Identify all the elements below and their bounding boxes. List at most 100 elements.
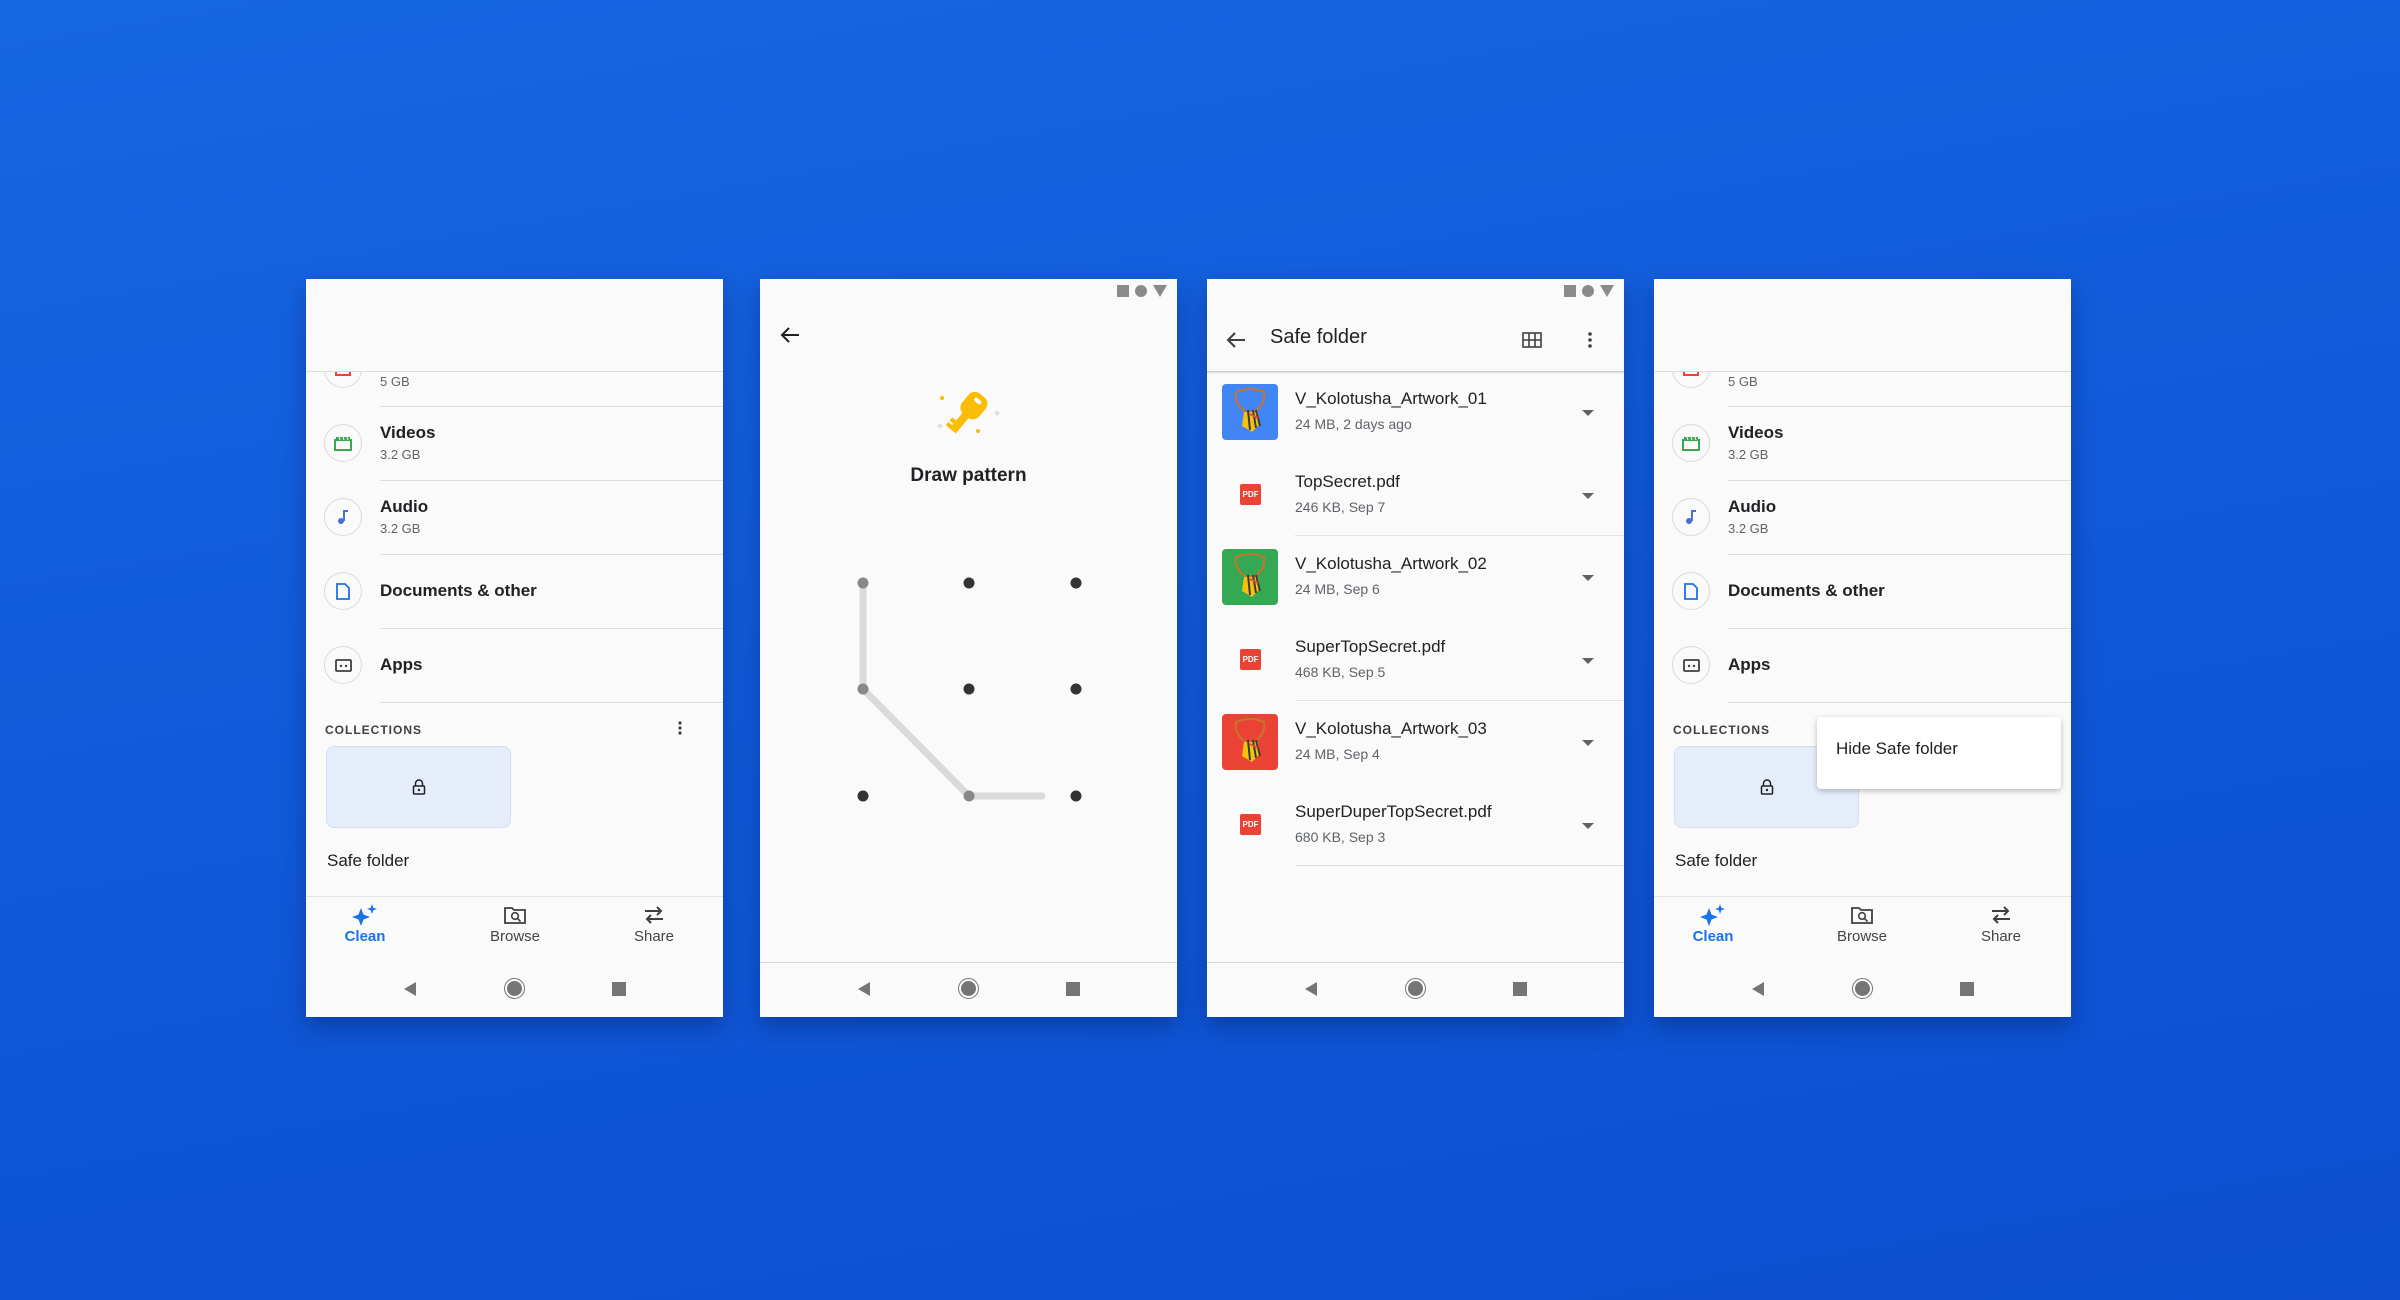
back-triangle-icon[interactable]	[1752, 982, 1764, 996]
expand-caret-icon[interactable]	[1582, 657, 1594, 664]
divider	[1728, 406, 2071, 407]
nav-browse[interactable]: Browse	[1812, 904, 1912, 945]
home-circle-icon[interactable]	[504, 978, 525, 999]
nav-clean[interactable]: Clean	[1663, 904, 1763, 945]
pattern-dot-9[interactable]	[1070, 790, 1082, 802]
phone-screen-home: Files 5 GB Videos 3.2 GB Audio 3.2 GB D	[306, 279, 723, 1017]
recents-square-icon[interactable]	[1066, 982, 1080, 996]
grid-view-button[interactable]	[1517, 325, 1547, 355]
recents-square-icon[interactable]	[1513, 982, 1527, 996]
expand-caret-icon[interactable]	[1582, 492, 1594, 499]
file-meta: 24 MB, 2 days ago	[1295, 416, 1412, 432]
pdf-icon: PDF	[1240, 813, 1261, 835]
collections-popup-menu: Hide Safe folder	[1817, 717, 2061, 789]
pattern-dot-8[interactable]	[963, 790, 975, 802]
pattern-dot-1[interactable]	[857, 577, 869, 589]
collections-more-button[interactable]	[670, 714, 690, 742]
back-triangle-icon[interactable]	[858, 982, 870, 996]
pattern-grid[interactable]	[760, 279, 1177, 959]
file-meta: 24 MB, Sep 6	[1295, 581, 1380, 597]
file-row[interactable]: V_Kolotusha_Artwork_03 24 MB, Sep 4	[1207, 701, 1624, 783]
expand-caret-icon[interactable]	[1582, 410, 1594, 416]
home-circle-icon[interactable]	[958, 978, 979, 999]
file-row[interactable]: V_Kolotusha_Artwork_01 24 MB, 2 days ago	[1207, 371, 1624, 453]
category-title: Apps	[380, 655, 423, 674]
system-nav-bar	[760, 969, 1177, 1009]
divider	[380, 554, 723, 555]
file-meta: 468 KB, Sep 5	[1295, 663, 1386, 680]
artwork-thumbnail	[1222, 384, 1278, 440]
pattern-dot-6[interactable]	[1070, 683, 1082, 695]
expand-caret-icon[interactable]	[1582, 822, 1594, 829]
safe-folder-label[interactable]: Safe folder	[327, 851, 409, 871]
nav-label: Share	[633, 928, 675, 945]
back-triangle-icon[interactable]	[1305, 982, 1317, 996]
category-size: 3.2 GB	[380, 447, 421, 462]
recents-square-icon[interactable]	[612, 982, 626, 996]
swap-arrows-icon	[1992, 906, 2010, 924]
file-row[interactable]: V_Kolotusha_Artwork_02 24 MB, Sep 6	[1207, 536, 1624, 618]
system-nav-divider	[1207, 962, 1624, 963]
video-icon	[1682, 436, 1700, 451]
file-meta: 680 KB, Sep 3	[1295, 828, 1386, 845]
divider	[1728, 628, 2071, 629]
recents-square-icon[interactable]	[1960, 982, 1974, 996]
folder-search-icon	[1851, 907, 1873, 924]
system-nav-bar	[1654, 969, 2071, 1009]
file-row[interactable]: PDF SuperDuperTopSecret.pdf 680 KB, Sep 3	[1207, 784, 1624, 866]
divider	[1295, 864, 1624, 866]
home-circle-icon[interactable]	[1852, 978, 1873, 999]
safe-folder-label[interactable]: Safe folder	[1675, 851, 1757, 871]
file-name: V_Kolotusha_Artwork_03	[1295, 719, 1487, 738]
document-icon-circle	[324, 572, 362, 610]
pattern-dot-5[interactable]	[963, 683, 975, 695]
back-button[interactable]	[1220, 324, 1252, 356]
android-icon	[334, 658, 352, 672]
artwork-thumbnail	[1222, 714, 1278, 770]
pattern-dot-3[interactable]	[1070, 577, 1082, 589]
collections-heading: COLLECTIONS	[325, 723, 422, 737]
music-note-icon	[1686, 510, 1696, 524]
status-circle-icon	[1582, 285, 1594, 297]
nav-label: Clean	[344, 928, 386, 945]
nav-clean[interactable]: Clean	[315, 904, 415, 945]
pdf-icon: PDF	[1240, 648, 1261, 670]
status-square-icon	[1564, 285, 1576, 297]
header-divider-overlay	[306, 371, 723, 372]
hide-safe-folder-menu-item[interactable]: Hide Safe folder	[1836, 739, 1958, 759]
pattern-dot-2[interactable]	[963, 577, 975, 589]
divider	[380, 480, 723, 481]
pattern-dot-7[interactable]	[857, 790, 869, 802]
category-size: 3.2 GB	[1728, 447, 1769, 462]
folder-search-icon	[504, 907, 526, 924]
file-name: SuperTopSecret.pdf	[1295, 636, 1446, 656]
file-name: SuperDuperTopSecret.pdf	[1295, 801, 1492, 821]
artwork-thumbnail	[1222, 549, 1278, 605]
file-row[interactable]: PDF SuperTopSecret.pdf 468 KB, Sep 5	[1207, 619, 1624, 701]
nav-browse[interactable]: Browse	[465, 904, 565, 945]
file-name: V_Kolotusha_Artwork_01	[1295, 389, 1487, 408]
safe-folder-card[interactable]	[326, 746, 511, 828]
nav-share[interactable]: Share	[604, 904, 704, 945]
more-vert-icon	[1588, 332, 1592, 348]
divider	[380, 702, 723, 703]
more-vert-icon	[678, 721, 682, 735]
more-options-button[interactable]	[1580, 325, 1600, 355]
expand-caret-icon[interactable]	[1582, 740, 1594, 746]
phone-screen-pattern: Draw pattern	[760, 279, 1177, 1017]
android-icon	[1682, 658, 1700, 672]
file-name: V_Kolotusha_Artwork_02	[1295, 554, 1487, 573]
page-title: Safe folder	[1270, 326, 1367, 348]
home-circle-icon[interactable]	[1405, 978, 1426, 999]
category-title: Audio	[1728, 497, 1777, 516]
category-title: Videos	[1728, 423, 1784, 442]
video-icon-circle	[1672, 424, 1710, 462]
expand-caret-icon[interactable]	[1582, 575, 1594, 581]
pattern-dot-4[interactable]	[857, 683, 869, 695]
file-row[interactable]: PDF TopSecret.pdf 246 KB, Sep 7	[1207, 454, 1624, 536]
collections-heading: COLLECTIONS	[1673, 723, 1770, 737]
nav-share[interactable]: Share	[1951, 904, 2051, 945]
back-triangle-icon[interactable]	[404, 982, 416, 996]
category-title: Audio	[380, 497, 429, 516]
nav-label: Browse	[1836, 928, 1888, 945]
